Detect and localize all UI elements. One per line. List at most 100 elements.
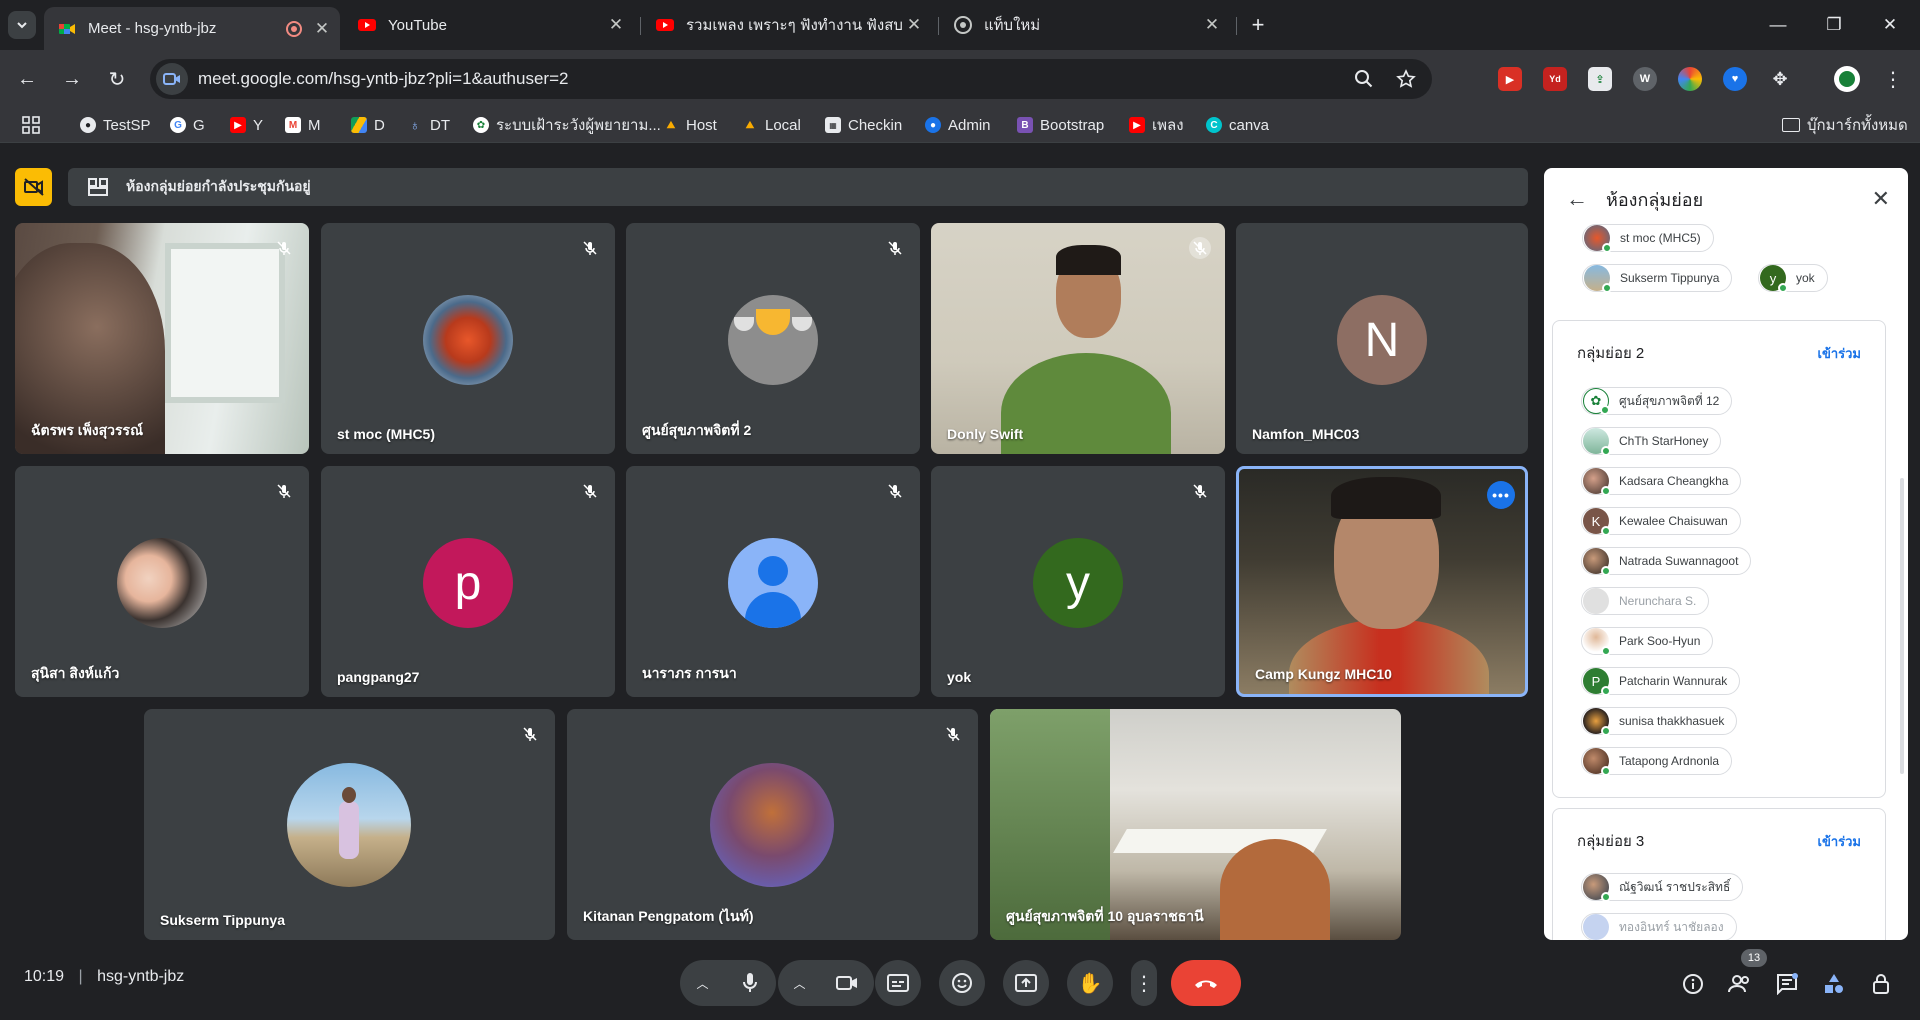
close-tab-icon[interactable]: ✕ [310, 19, 334, 39]
extension-icon-4[interactable]: W [1633, 67, 1657, 91]
participant-tile[interactable]: st moc (MHC5) [321, 223, 615, 454]
bookmark-star-icon[interactable] [1396, 69, 1416, 89]
chrome-menu-icon[interactable]: ⋮ [1878, 64, 1908, 94]
avatar: K [1583, 508, 1611, 536]
bookmark-d[interactable]: D [351, 114, 385, 136]
bookmark-bootstrap[interactable]: B Bootstrap [1017, 114, 1104, 136]
google-drive-icon [351, 117, 367, 133]
more-options-button[interactable]: ⋮ [1131, 960, 1157, 1006]
tab-music[interactable]: รวมเพลง เพราะๆ ฟังทำงาน ฟังสบาย ✕ [642, 7, 932, 43]
host-controls-icon[interactable] [1867, 970, 1895, 998]
participant-tile[interactable]: สุนิสา สิงห์แก้ว [15, 466, 309, 697]
bookmark-y[interactable]: ▶ Y [230, 114, 263, 136]
join-button[interactable]: เข้าร่วม [1818, 831, 1861, 852]
captions-button[interactable] [875, 960, 921, 1006]
extension-icon-2[interactable]: Yd [1543, 67, 1567, 91]
close-icon[interactable]: ✕ [1872, 186, 1890, 212]
tab-youtube[interactable]: YouTube ✕ [344, 7, 634, 43]
reload-button[interactable]: ↻ [102, 64, 132, 94]
raise-hand-button[interactable]: ✋ [1067, 960, 1113, 1006]
reactions-button[interactable] [939, 960, 985, 1006]
tab-search-button[interactable] [8, 11, 36, 39]
close-tab-icon[interactable]: ✕ [604, 15, 628, 35]
participant-tile[interactable]: y yok [931, 466, 1225, 697]
close-window-button[interactable]: ✕ [1870, 10, 1910, 40]
apps-grid-icon[interactable] [22, 114, 40, 136]
participant-tile[interactable]: ฉัตรพร เพ็งสุวรรณ์ [15, 223, 309, 454]
person-silhouette [1001, 353, 1171, 454]
chevron-up-icon[interactable]: ︿ [793, 975, 805, 992]
participant-tile-active-speaker[interactable]: Camp Kungz MHC10 ••• [1236, 466, 1528, 697]
bookmark-checkin[interactable]: ▦ Checkin [825, 114, 902, 136]
extensions-puzzle-icon[interactable]: ✥ [1768, 67, 1792, 91]
participant-tile[interactable]: p pangpang27 [321, 466, 615, 697]
new-tab-button[interactable]: + [1244, 12, 1272, 38]
participant-tile[interactable]: Sukserm Tippunya [144, 709, 555, 940]
panel-scrollbar[interactable] [1900, 478, 1904, 774]
extension-icon-3[interactable]: ⇪ [1588, 67, 1612, 91]
member-chip: K Kewalee Chaisuwan [1581, 507, 1741, 536]
zoom-icon[interactable] [1354, 69, 1374, 89]
host-icon: ⛰ [666, 119, 676, 131]
back-arrow-icon[interactable]: ← [1566, 186, 1588, 212]
google-icon: G [170, 117, 186, 133]
chat-icon[interactable] [1773, 970, 1801, 998]
avatar [1583, 548, 1611, 576]
camera-off-warning-icon[interactable] [15, 168, 52, 206]
back-button[interactable]: ← [12, 64, 42, 94]
local-icon: ⛰ [745, 119, 755, 131]
minimize-button[interactable]: — [1758, 10, 1798, 40]
participant-tile[interactable]: Donly Swift [931, 223, 1225, 454]
mic-off-icon [1189, 480, 1211, 502]
tab-new-tab[interactable]: แท็บใหม่ ✕ [940, 7, 1230, 43]
bookmark-m[interactable]: MM [285, 114, 321, 136]
bookmark-canva[interactable]: Ccanva [1206, 114, 1269, 136]
participant-tile[interactable]: ศูนย์สุขภาพจิตที่ 10 อุบลราชธานี [990, 709, 1401, 940]
participant-tile[interactable]: นาราภร การนา [626, 466, 920, 697]
people-icon[interactable] [1726, 970, 1754, 998]
bookmark-testsp[interactable]: ● TestSP [80, 114, 151, 136]
extension-icon-5[interactable] [1678, 67, 1702, 91]
participant-tile[interactable]: ศูนย์สุขภาพจิตที่ 2 [626, 223, 920, 454]
bookmark-host[interactable]: ⛰ Host [663, 114, 717, 136]
bookmark-surveillance[interactable]: ✿ ระบบเฝ้าระวังผู้พยายาม... [473, 114, 661, 136]
canva-icon: C [1206, 117, 1222, 133]
forward-button[interactable]: → [57, 64, 87, 94]
all-bookmarks-folder[interactable]: บุ๊กมาร์กทั้งหมด [1782, 114, 1908, 136]
browser-toolbar: ← → ↻ meet.google.com/hsg-yntb-jbz?pli=1… [0, 50, 1920, 107]
chevron-up-icon[interactable]: ︿ [696, 975, 708, 992]
camera-icon[interactable] [836, 975, 858, 991]
breakout-group-card: กลุ่มย่อย 2 เข้าร่วม ✿ ศูนย์สุขภาพจิตที่… [1552, 320, 1886, 798]
breakout-rooms-banner[interactable]: ห้องกลุ่มย่อยกำลังประชุมกันอยู่ [68, 168, 1528, 206]
microphone-control[interactable]: ︿ [680, 960, 776, 1006]
profile-avatar[interactable] [1834, 66, 1860, 92]
site-camera-icon[interactable] [156, 63, 188, 95]
camera-control[interactable]: ︿ [778, 960, 874, 1006]
leave-call-button[interactable] [1171, 960, 1241, 1006]
participant-tile[interactable]: Kitanan Pengpatom (ไนท์) [567, 709, 978, 940]
tab-meet[interactable]: Meet - hsg-yntb-jbz ✕ [44, 7, 340, 50]
close-tab-icon[interactable]: ✕ [1200, 15, 1224, 35]
extension-icon-6[interactable]: ♥ [1723, 67, 1747, 91]
member-chip: st moc (MHC5) [1582, 224, 1714, 253]
avatar: y [1033, 538, 1123, 628]
activities-icon[interactable] [1820, 970, 1848, 998]
close-tab-icon[interactable]: ✕ [902, 15, 926, 35]
present-screen-button[interactable] [1003, 960, 1049, 1006]
bookmark-admin[interactable]: ● Admin [925, 114, 991, 136]
address-bar[interactable]: meet.google.com/hsg-yntb-jbz?pli=1&authu… [150, 59, 1432, 99]
microphone-icon[interactable] [741, 972, 759, 994]
extension-icon-1[interactable]: ▶ [1498, 67, 1522, 91]
bookmark-local[interactable]: ⛰ Local [742, 114, 801, 136]
more-options-icon[interactable]: ••• [1487, 481, 1515, 509]
meeting-details-icon[interactable] [1679, 970, 1707, 998]
participant-tile[interactable]: N Namfon_MHC03 [1236, 223, 1528, 454]
divider: | [78, 968, 83, 985]
bookmark-dt[interactable]: ♁ DT [407, 114, 450, 136]
bookmark-g[interactable]: GG [170, 114, 205, 136]
restore-button[interactable]: ❐ [1814, 10, 1854, 40]
bookmark-music[interactable]: ▶ เพลง [1129, 114, 1184, 136]
join-button[interactable]: เข้าร่วม [1818, 343, 1861, 364]
youtube-icon [656, 19, 674, 31]
mic-off-icon [1189, 237, 1211, 259]
